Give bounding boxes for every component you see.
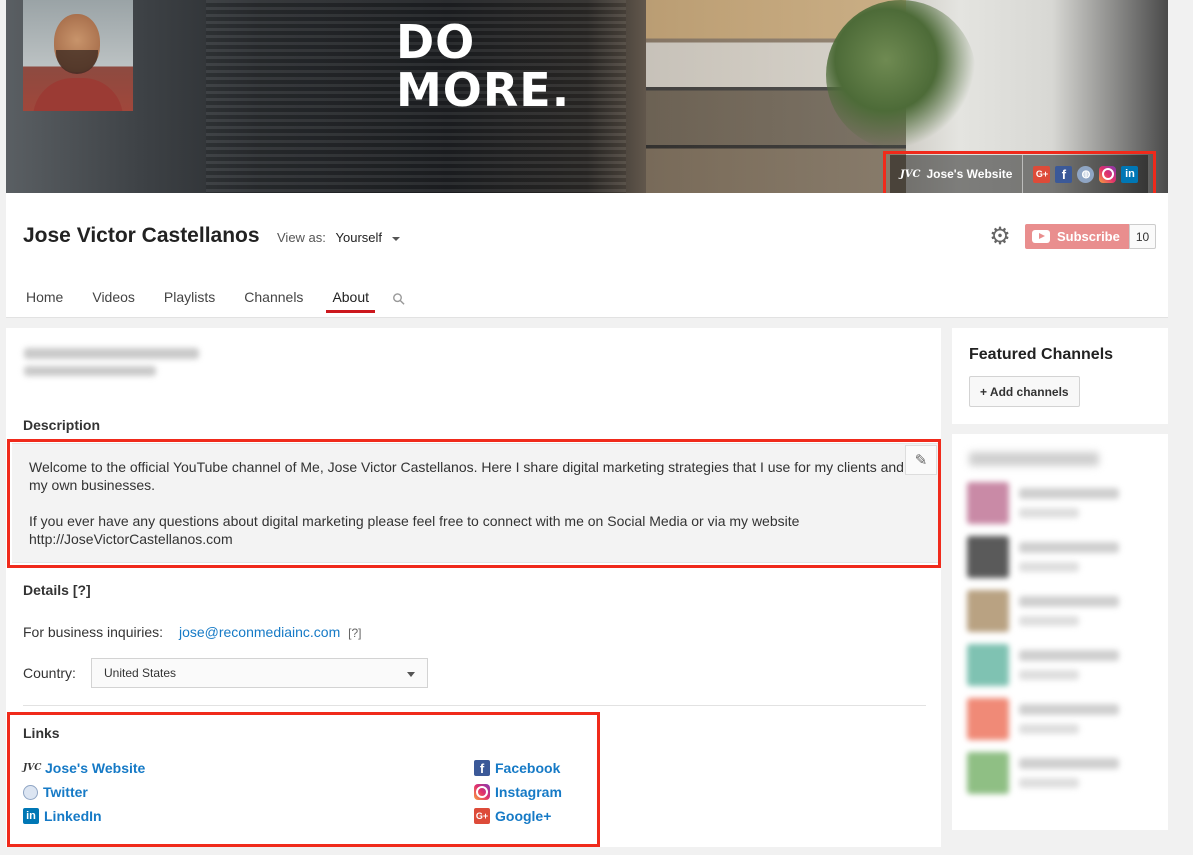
subscribe-button[interactable]: Subscribe bbox=[1025, 224, 1129, 249]
view-as-selector[interactable]: View as: Yourself bbox=[277, 230, 400, 245]
youtube-play-icon bbox=[1032, 230, 1050, 243]
business-help-link[interactable]: [?] bbox=[348, 626, 361, 640]
featured-channels-title: Featured Channels bbox=[969, 346, 1114, 363]
channel-thumb bbox=[967, 536, 1009, 578]
tab-home[interactable]: Home bbox=[18, 283, 71, 313]
business-inquiries-row: For business inquiries: jose@reconmediai… bbox=[23, 624, 361, 640]
channel-name: Jose Victor Castellanos bbox=[23, 224, 260, 247]
country-select[interactable]: United States bbox=[91, 658, 428, 688]
redacted-line bbox=[1019, 488, 1119, 499]
channel-header: Jose Victor Castellanos View as: Yoursel… bbox=[6, 193, 1168, 318]
view-as-value: Yourself bbox=[335, 230, 383, 245]
subscribe-button-group: Subscribe 10 bbox=[1025, 224, 1157, 249]
description-title: Description bbox=[23, 417, 101, 433]
channel-thumb bbox=[967, 482, 1009, 524]
country-value: United States bbox=[104, 666, 177, 680]
redacted-line bbox=[1019, 562, 1079, 572]
list-item[interactable] bbox=[967, 536, 1157, 580]
list-item[interactable] bbox=[967, 752, 1157, 796]
country-label: Country: bbox=[23, 665, 76, 681]
list-item[interactable] bbox=[967, 590, 1157, 634]
tab-about[interactable]: About bbox=[324, 283, 377, 313]
redacted-popular-title bbox=[969, 452, 1099, 466]
details-title-text: Details bbox=[23, 582, 69, 598]
subscribe-label: Subscribe bbox=[1057, 229, 1120, 244]
list-item[interactable] bbox=[967, 644, 1157, 688]
chevron-down-icon bbox=[407, 672, 415, 677]
tab-playlists[interactable]: Playlists bbox=[156, 283, 223, 313]
links-divider bbox=[23, 705, 926, 706]
add-channels-button[interactable]: + Add channels bbox=[969, 376, 1080, 407]
featured-channels-card: Featured Channels + Add channels bbox=[952, 328, 1168, 424]
redacted-line bbox=[1019, 704, 1119, 715]
details-help-link[interactable]: [?] bbox=[73, 582, 91, 598]
business-email-link[interactable]: jose@reconmediainc.com bbox=[179, 624, 340, 640]
channel-thumb bbox=[967, 698, 1009, 740]
list-item[interactable] bbox=[967, 482, 1157, 526]
chevron-down-icon bbox=[391, 236, 400, 241]
channel-thumb bbox=[967, 590, 1009, 632]
redacted-line bbox=[1019, 758, 1119, 769]
subscriber-count: 10 bbox=[1128, 224, 1157, 249]
channel-thumb bbox=[967, 644, 1009, 686]
highlight-box-links bbox=[7, 712, 600, 847]
highlight-box-banner-links bbox=[883, 151, 1156, 199]
redacted-line bbox=[1019, 596, 1119, 607]
banner-plant-decoration bbox=[826, 0, 976, 150]
channel-avatar[interactable] bbox=[23, 0, 133, 111]
avatar-shirt bbox=[33, 78, 123, 111]
redacted-line bbox=[1019, 616, 1079, 626]
redacted-stat-line bbox=[24, 366, 156, 376]
channel-tabs: Home Videos Playlists Channels About ⚲ bbox=[18, 283, 410, 313]
tab-videos[interactable]: Videos bbox=[84, 283, 143, 313]
redacted-line bbox=[1019, 650, 1119, 661]
gear-icon[interactable]: ⚙ bbox=[988, 225, 1012, 249]
business-label: For business inquiries: bbox=[23, 624, 164, 640]
details-title: Details [?] bbox=[23, 582, 91, 598]
redacted-line bbox=[1019, 724, 1079, 734]
channel-thumb bbox=[967, 752, 1009, 794]
redacted-stat-line bbox=[24, 348, 199, 359]
view-as-label: View as: bbox=[277, 230, 326, 245]
list-item[interactable] bbox=[967, 698, 1157, 742]
redacted-line bbox=[1019, 778, 1079, 788]
redacted-line bbox=[1019, 670, 1079, 680]
tab-channels[interactable]: Channels bbox=[236, 283, 311, 313]
search-icon[interactable]: ⚲ bbox=[384, 284, 416, 316]
redacted-line bbox=[1019, 508, 1079, 518]
highlight-box-description bbox=[7, 439, 941, 568]
avatar-beard bbox=[56, 50, 98, 74]
redacted-line bbox=[1019, 542, 1119, 553]
banner-tagline: DO MORE. bbox=[396, 15, 571, 117]
popular-channels-card bbox=[952, 434, 1168, 830]
